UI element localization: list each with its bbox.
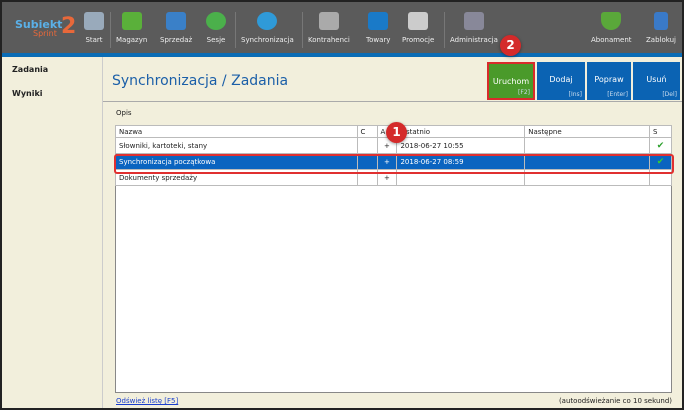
window-frame	[0, 0, 684, 410]
